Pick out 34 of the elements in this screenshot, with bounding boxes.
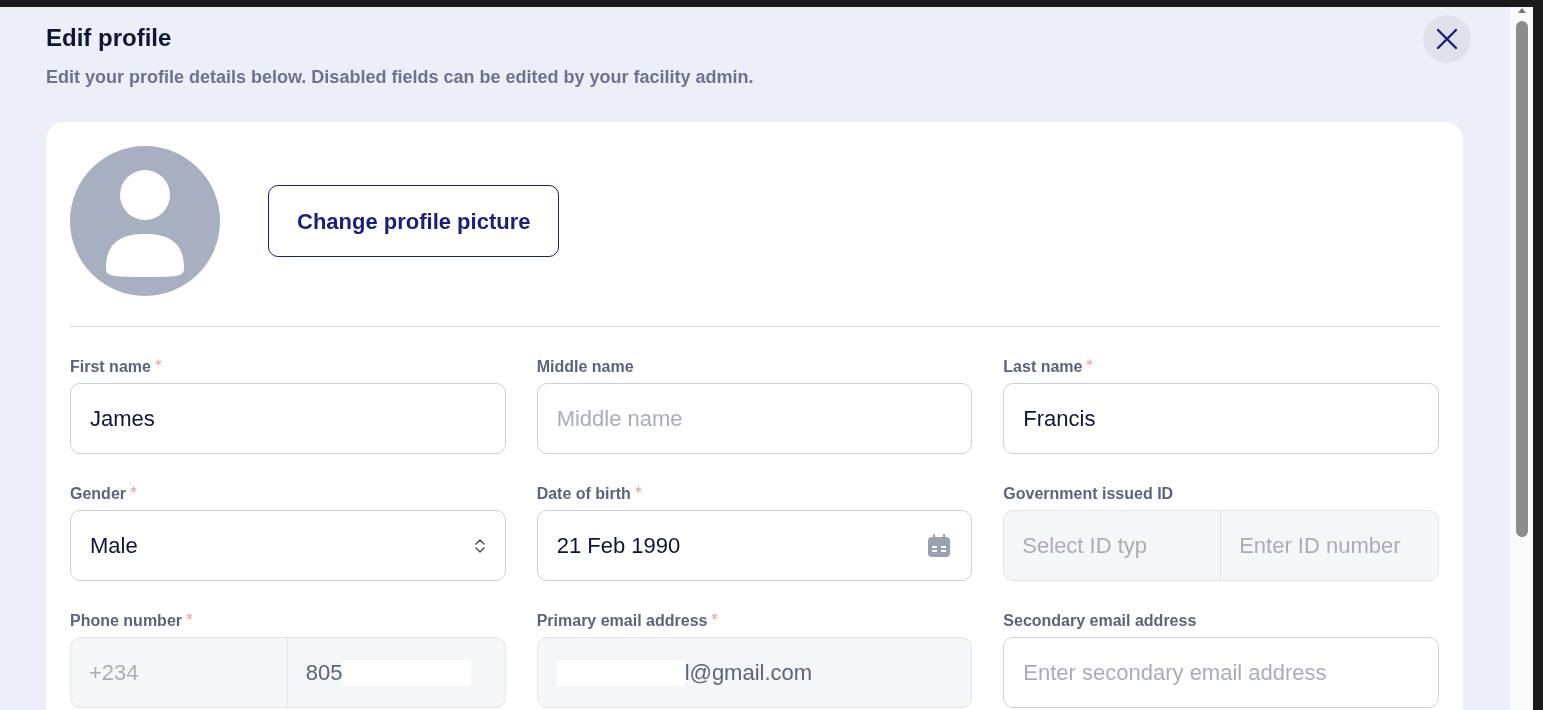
field-placeholder: Middle name <box>556 405 683 433</box>
field-placeholder: +234 <box>89 659 139 687</box>
field-label: Middle name <box>536 357 634 377</box>
field-label: Primary email address <box>536 611 708 631</box>
dialog-subtitle: Edit your profile details below. Disabled fields can be edited by your facility admin. <box>46 66 754 89</box>
field-value: James <box>90 405 155 433</box>
chevron-updown-icon <box>473 536 486 555</box>
field-label: Gender <box>70 484 126 504</box>
avatar-icon <box>70 146 220 296</box>
dialog-title: Edif profile <box>46 24 173 52</box>
field-placeholder: Select ID typ <box>1022 532 1148 560</box>
field-label: Secondary email address <box>1003 611 1197 631</box>
field-value: Francis <box>1023 405 1096 433</box>
field-label: Date of birth <box>536 484 631 504</box>
scroll-up-icon[interactable] <box>1517 7 1527 14</box>
change-picture-button[interactable]: Change profile picture <box>268 185 560 257</box>
input-field[interactable]: Francis <box>1003 383 1439 454</box>
field-value: Male <box>90 532 138 560</box>
field-label: Last name <box>1003 357 1083 377</box>
input-field[interactable]: James <box>70 383 506 454</box>
field-value: 21 Feb 1990 <box>556 532 681 560</box>
field-placeholder: Enter ID number <box>1239 532 1401 560</box>
field-value: 805 <box>305 659 343 687</box>
field-placeholder: Enter secondary email address <box>1023 659 1327 687</box>
select-field[interactable]: Male <box>70 510 506 581</box>
date-field[interactable]: 21 Feb 1990 <box>536 510 973 581</box>
scrollbar-thumb[interactable] <box>1515 21 1528 537</box>
field-label: First name <box>70 357 151 377</box>
field-label: Phone number <box>70 611 182 631</box>
close-icon <box>1436 28 1458 50</box>
field-label: Government issued ID <box>1003 484 1174 504</box>
field-value: l@gmail.com <box>684 659 813 687</box>
calendar-icon[interactable] <box>926 532 953 559</box>
close-button[interactable] <box>1423 15 1471 63</box>
